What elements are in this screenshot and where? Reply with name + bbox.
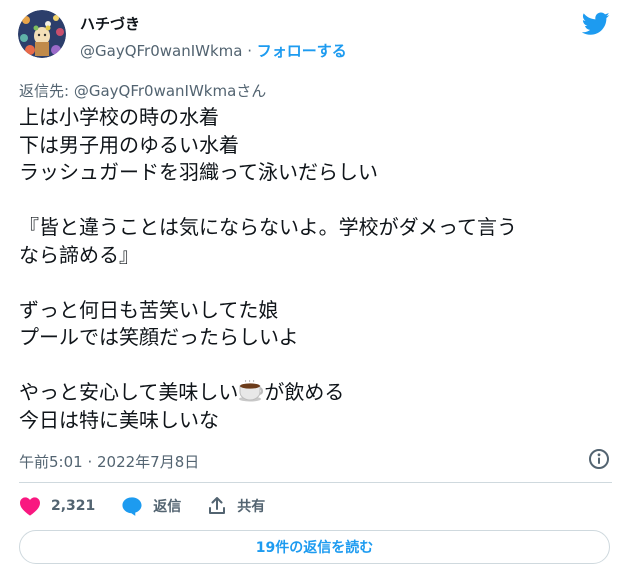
reply-prefix: 返信先:	[19, 82, 74, 100]
tweet-line-with-emoji: やっと安心して美味しい が飲める	[19, 379, 614, 407]
reply-button[interactable]: 返信	[121, 496, 181, 516]
tweet-line-end: が飲める	[264, 380, 345, 404]
info-icon[interactable]	[588, 448, 610, 470]
tweet-line: 上は小学校の時の水着	[19, 105, 219, 129]
handle-row: @GayQFr0wanIWkma · フォローする	[80, 40, 347, 61]
tweet-time: 午前5:01	[19, 453, 83, 471]
tweet-actions: 2,321 返信 共有	[19, 492, 291, 520]
tweet-line: 今日は特に美味しいな	[19, 407, 219, 432]
heart-icon	[20, 497, 40, 516]
reply-label: 返信	[153, 499, 182, 515]
tweet-line: なら諦める』	[19, 242, 139, 267]
twitter-bird-icon[interactable]	[582, 12, 610, 36]
share-icon	[209, 497, 226, 514]
reply-suffix: さん	[236, 82, 267, 100]
share-button[interactable]: 共有	[207, 496, 265, 516]
tweet-date: 2022年7月8日	[97, 453, 200, 471]
display-name[interactable]: ハチづき	[80, 13, 140, 34]
tweet-line: ずっと何日も苦笑いしてた娘	[19, 297, 279, 322]
like-button[interactable]: 2,321	[19, 496, 95, 516]
share-label: 共有	[237, 499, 266, 515]
meta-separator: ·	[82, 453, 97, 471]
handle-separator: ·	[242, 42, 257, 60]
timestamp[interactable]: 午前5:01 · 2022年7月8日	[19, 451, 199, 472]
reply-bubble-icon	[122, 497, 142, 516]
divider	[19, 482, 612, 483]
reply-handle[interactable]: @GayQFr0wanIWkma	[74, 82, 236, 100]
tweet-card: ハチづき @GayQFr0wanIWkma · フォローする 返信先: @Gay…	[0, 0, 627, 576]
tweet-line: プールでは笑顔だったらしいよ	[19, 325, 299, 349]
author-handle[interactable]: @GayQFr0wanIWkma	[80, 42, 242, 60]
follow-button[interactable]: フォローする	[257, 42, 347, 60]
like-count: 2,321	[51, 498, 96, 514]
coffee-icon	[239, 380, 264, 402]
tweet-line: 下は男子用のゆるい水着	[19, 132, 239, 157]
tweet-line-start: やっと安心して美味しい	[19, 380, 239, 404]
tweet-line: ラッシュガードを羽織って泳いだらしい	[19, 160, 378, 184]
avatar[interactable]	[18, 10, 66, 58]
tweet-line: 『皆と違うことは気にならないよ。学校がダメって言う	[19, 215, 517, 239]
read-replies-button[interactable]: 19件の返信を読む	[19, 530, 610, 564]
reply-to: 返信先: @GayQFr0wanIWkmaさん	[19, 80, 266, 101]
tweet-text: 上は小学校の時の水着 下は男子用のゆるい水着 ラッシュガードを羽織って泳いだらし…	[19, 104, 614, 434]
